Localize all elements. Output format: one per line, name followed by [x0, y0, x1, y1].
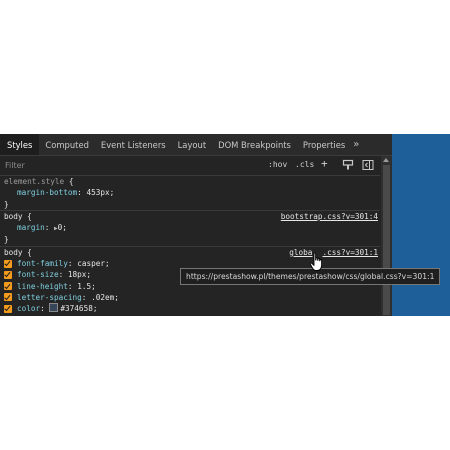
- devtools-tabbar: Styles Computed Event Listeners Layout D…: [0, 134, 392, 156]
- rule-close-brace: }: [4, 199, 9, 209]
- page-preview-area: [392, 134, 450, 316]
- filter-input[interactable]: [5, 159, 255, 171]
- rule-selector[interactable]: element.style: [4, 177, 64, 186]
- plus-icon[interactable]: +: [321, 157, 328, 170]
- style-declaration[interactable]: margin: ▶0;: [4, 222, 376, 234]
- declaration-value[interactable]: #374658;: [60, 304, 97, 313]
- declaration-property[interactable]: font-family: [17, 259, 68, 268]
- sidebar-toggle-icon[interactable]: [362, 159, 374, 171]
- style-rule: element.style { margin-bottom: 453px; }: [0, 176, 380, 211]
- paint-icon[interactable]: [342, 159, 354, 171]
- declaration-property[interactable]: font-size: [17, 270, 59, 279]
- cls-button[interactable]: .cls: [295, 160, 314, 169]
- rule-selector[interactable]: body: [4, 212, 23, 221]
- rule-open-brace: {: [68, 177, 74, 186]
- styles-scrollbar[interactable]: [381, 156, 392, 316]
- tab-layout[interactable]: Layout: [172, 134, 212, 155]
- style-declaration[interactable]: margin-bottom: 453px;: [4, 187, 376, 198]
- declaration-value[interactable]: 453px;: [86, 188, 114, 197]
- declaration-value[interactable]: casper;: [77, 259, 109, 268]
- declaration-property[interactable]: margin: [17, 223, 45, 232]
- color-swatch[interactable]: [49, 303, 59, 313]
- rule-open-brace: {: [27, 211, 32, 221]
- styles-filter-bar: :hov .cls +: [0, 156, 380, 176]
- declaration-checkbox[interactable]: [4, 270, 12, 279]
- rule-open-brace: {: [27, 247, 32, 257]
- tab-properties[interactable]: Properties: [297, 134, 351, 155]
- style-declaration[interactable]: color: #374658;: [4, 303, 376, 314]
- declaration-value[interactable]: 1.5;: [77, 282, 96, 291]
- declaration-property[interactable]: letter-spacing: [17, 293, 82, 302]
- declaration-value[interactable]: 0;: [58, 223, 67, 232]
- tab-event-listeners[interactable]: Event Listeners: [95, 134, 172, 155]
- declaration-property[interactable]: line-height: [17, 282, 68, 291]
- devtools-panel: Styles Computed Event Listeners Layout D…: [0, 134, 392, 316]
- style-rule: body { bootstrap.css?v=301:4 margin: ▶0;…: [0, 211, 380, 247]
- declaration-checkbox[interactable]: [4, 282, 12, 291]
- rule-source-link[interactable]: bootstrap.css?v=301:4: [281, 211, 378, 222]
- tab-computed[interactable]: Computed: [39, 134, 95, 155]
- hand-cursor-icon: [309, 252, 323, 271]
- declaration-value[interactable]: .02em;: [91, 293, 119, 302]
- rule-selector[interactable]: body: [4, 248, 23, 257]
- more-tabs-button[interactable]: »: [351, 134, 363, 155]
- style-rules-list: element.style { margin-bottom: 453px; } …: [0, 176, 380, 316]
- scrollbar-thumb[interactable]: [383, 165, 390, 315]
- declaration-value[interactable]: 18px;: [68, 270, 91, 279]
- tab-styles[interactable]: Styles: [0, 134, 40, 155]
- rule-close-brace: }: [4, 235, 9, 245]
- declaration-checkbox[interactable]: [4, 293, 12, 302]
- style-declaration[interactable]: letter-spacing: .02em;: [4, 292, 376, 303]
- hov-button[interactable]: :hov: [268, 160, 287, 169]
- declaration-checkbox[interactable]: [4, 304, 12, 313]
- declaration-checkbox[interactable]: [4, 259, 12, 268]
- rule-source-link[interactable]: globa .css?v=301:1: [289, 247, 378, 258]
- tab-dom-breakpoints[interactable]: DOM Breakpoints: [212, 134, 297, 155]
- scroll-up-icon[interactable]: [383, 158, 389, 162]
- declaration-property[interactable]: margin-bottom: [17, 188, 77, 197]
- declaration-property[interactable]: color: [17, 304, 40, 313]
